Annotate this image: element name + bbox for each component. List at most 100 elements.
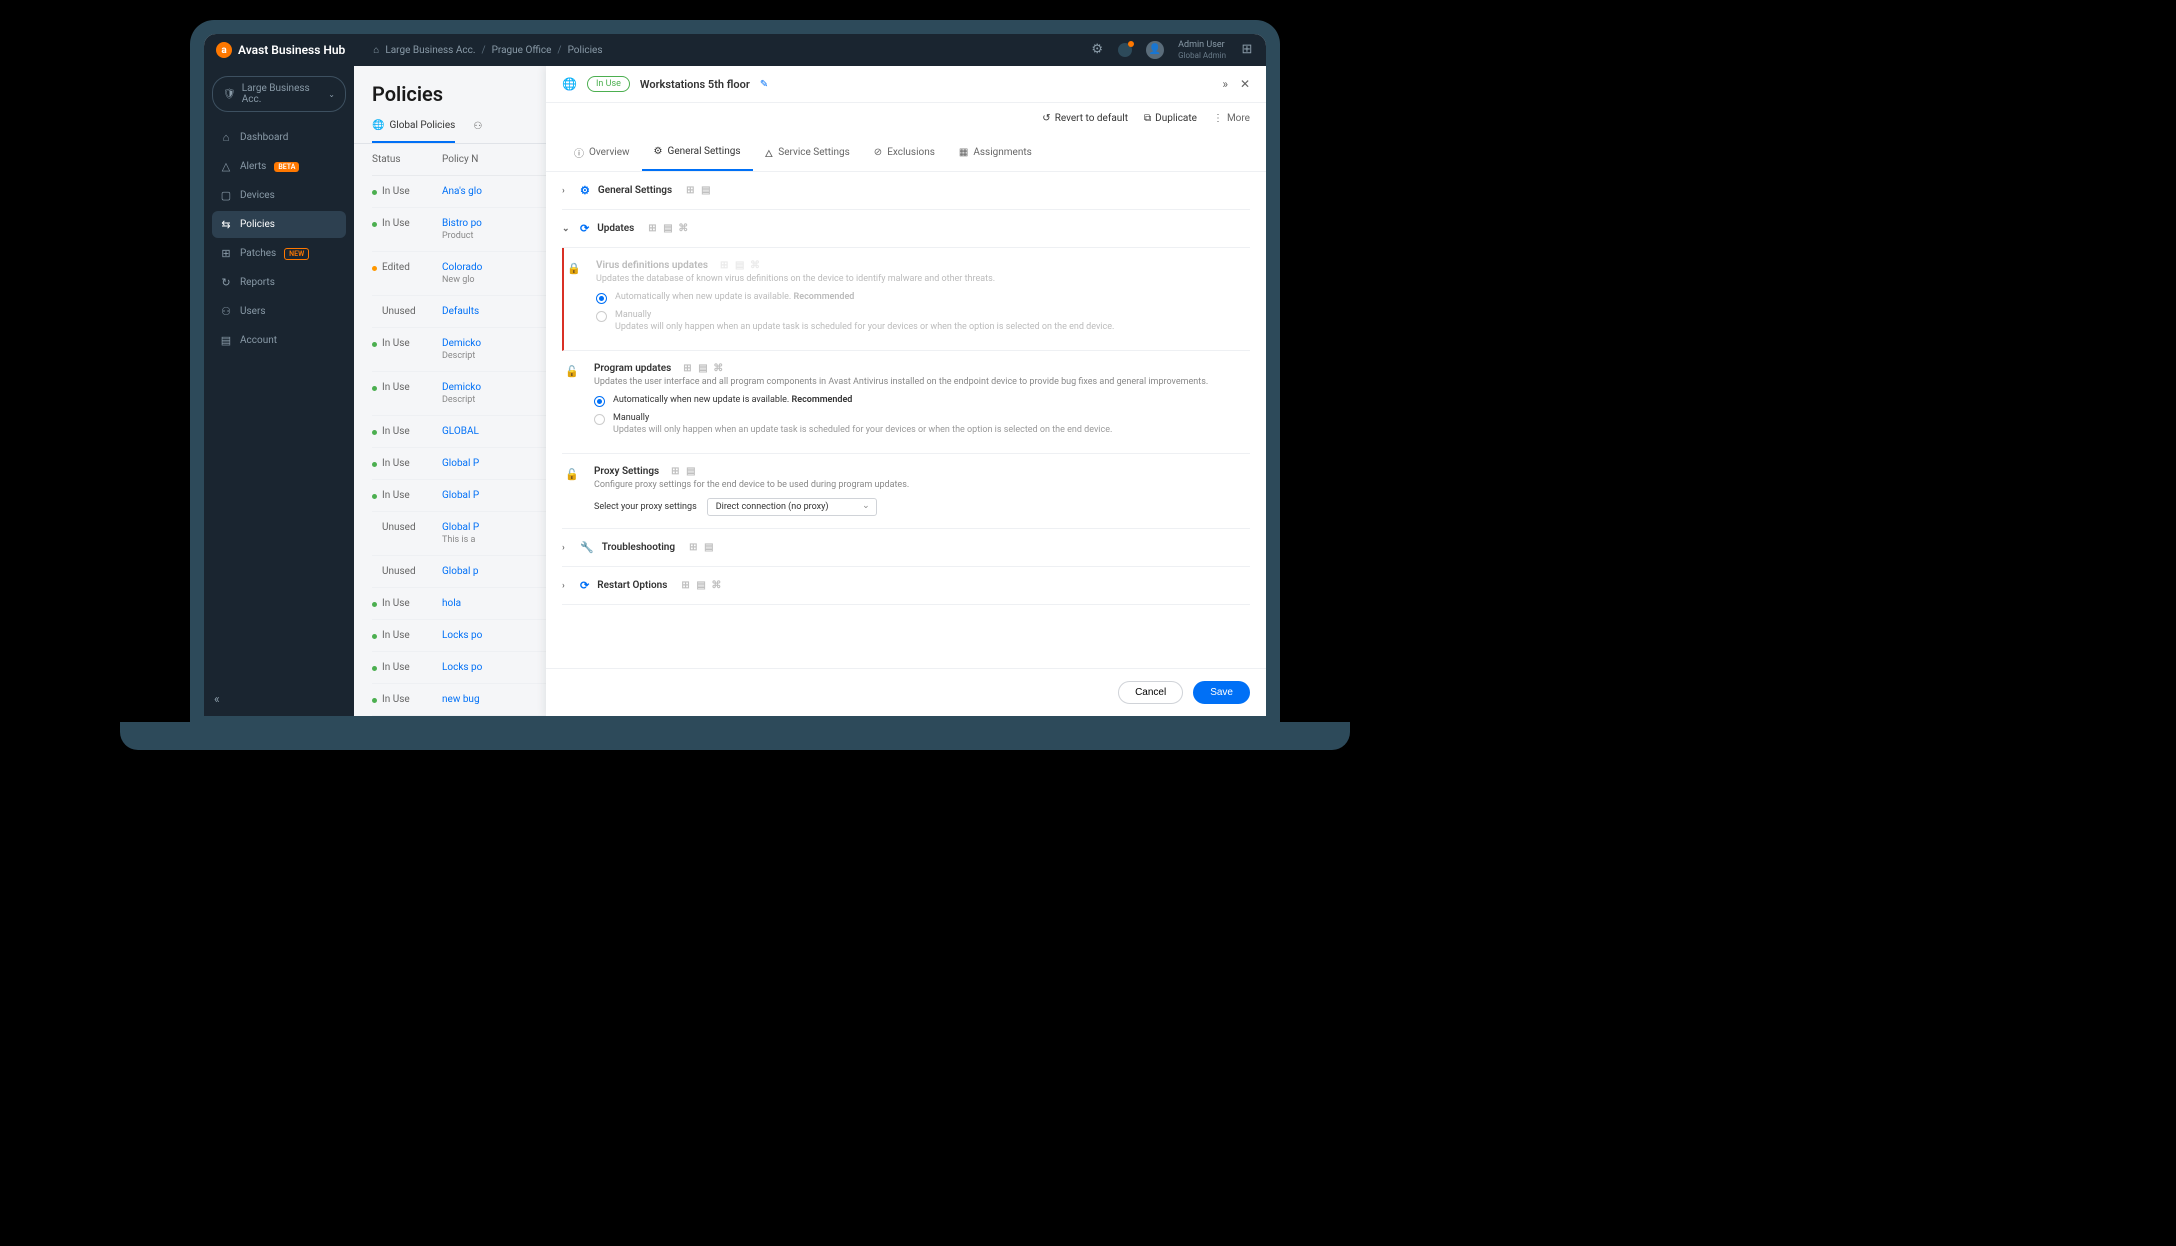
radio-button[interactable] xyxy=(594,396,605,407)
avast-logo-icon: a xyxy=(216,42,232,58)
section-general-settings[interactable]: › ⚙ General Settings ⊞▤ xyxy=(562,184,1250,197)
radio-auto[interactable]: Automatically when new update is availab… xyxy=(594,395,1250,407)
tab-other-policies[interactable]: ⚇ xyxy=(473,120,482,143)
sidebar-item-users[interactable]: ⚇Users xyxy=(212,298,346,325)
block-description: Updates the database of known virus defi… xyxy=(596,274,1250,284)
tab-assignments[interactable]: ▦Assignments xyxy=(947,134,1044,171)
user-avatar-icon[interactable]: 👤 xyxy=(1146,41,1164,59)
block-description: Configure proxy settings for the end dev… xyxy=(594,480,1250,490)
recommended-label: Recommended xyxy=(792,395,853,405)
breadcrumb-account[interactable]: Large Business Acc. xyxy=(385,45,475,56)
sidebar-item-policies[interactable]: ⇆Policies xyxy=(212,211,346,238)
sidebar-item-reports[interactable]: ↻Reports xyxy=(212,269,346,296)
topbar: a Avast Business Hub ⌂ Large Business Ac… xyxy=(204,34,1266,66)
column-status[interactable]: Status xyxy=(372,154,442,165)
globe-icon[interactable]: 🌐 xyxy=(562,77,577,91)
tab-label: Global Policies xyxy=(389,120,455,131)
server-icon: ▤ xyxy=(735,260,746,271)
revert-button[interactable]: ↺Revert to default xyxy=(1042,113,1128,124)
status-dot-icon xyxy=(372,698,377,703)
status-dot-icon xyxy=(372,310,377,315)
cancel-button[interactable]: Cancel xyxy=(1118,681,1183,704)
duplicate-icon: ⧉ xyxy=(1144,113,1151,124)
radio-label: Manually xyxy=(613,413,1112,423)
user-role: Global Admin xyxy=(1178,51,1226,61)
nav-icon: △ xyxy=(220,160,232,173)
virus-definitions-block: 🔒 Virus definitions updates⊞▤⌘ Updates t… xyxy=(562,248,1250,351)
tab-label: General Settings xyxy=(668,146,741,157)
tab-global-policies[interactable]: 🌐 Global Policies xyxy=(372,120,455,143)
settings-icon[interactable]: ⚙ xyxy=(1090,43,1104,57)
radio-label: Manually xyxy=(615,310,1114,320)
account-selector[interactable]: 🛡 Large Business Acc. ⌄ xyxy=(212,76,346,112)
chevron-right-icon: › xyxy=(562,543,572,553)
home-icon[interactable]: ⌂ xyxy=(373,45,379,56)
status-dot-icon xyxy=(372,494,377,499)
section-label: Updates xyxy=(597,223,634,234)
brand-logo: a Avast Business Hub xyxy=(216,42,345,58)
server-icon: ▤ xyxy=(686,466,697,477)
status-cell: In Use xyxy=(372,186,442,197)
tab-label: Exclusions xyxy=(887,147,935,158)
nav-icon: ⊞ xyxy=(220,247,232,260)
badge: BETA xyxy=(274,162,299,172)
breadcrumb: ⌂ Large Business Acc. / Prague Office / … xyxy=(373,45,602,56)
section-label: Restart Options xyxy=(597,580,667,591)
user-info[interactable]: Admin User Global Admin xyxy=(1178,40,1226,60)
radio-manual[interactable]: ManuallyUpdates will only happen when an… xyxy=(594,413,1250,435)
section-label: General Settings xyxy=(598,185,672,196)
mac-icon: ⌘ xyxy=(713,363,724,374)
breadcrumb-office[interactable]: Prague Office xyxy=(492,45,552,56)
section-restart-options[interactable]: › ⟳ Restart Options ⊞▤⌘ xyxy=(562,579,1250,592)
duplicate-button[interactable]: ⧉ Duplicate xyxy=(1144,113,1197,124)
more-label: More xyxy=(1227,113,1250,124)
collapse-sidebar-button[interactable]: « xyxy=(214,692,220,706)
windows-icon: ⊞ xyxy=(686,185,697,196)
status-cell: Unused xyxy=(372,522,442,545)
section-label: Troubleshooting xyxy=(602,542,675,553)
tab-general-settings[interactable]: ⚙General Settings xyxy=(642,134,753,171)
nav-label: Alerts xyxy=(240,161,266,172)
lock-icon[interactable]: 🔒 xyxy=(567,262,581,338)
sidebar-item-account[interactable]: ▤Account xyxy=(212,327,346,354)
sidebar-item-alerts[interactable]: △ Alerts BETA xyxy=(212,153,346,180)
proxy-value: Direct connection (no proxy) xyxy=(716,502,829,512)
radio-description: Updates will only happen when an update … xyxy=(615,322,1114,332)
unlock-icon[interactable]: 🔓 xyxy=(565,365,579,441)
sidebar-item-dashboard[interactable]: ⌂Dashboard xyxy=(212,124,346,151)
tab-service-settings[interactable]: 🜂Service Settings xyxy=(753,134,862,171)
edit-icon[interactable]: ✎ xyxy=(760,79,768,90)
section-troubleshooting[interactable]: › 🔧 Troubleshooting ⊞▤ xyxy=(562,541,1250,554)
section-updates[interactable]: ⌄ ⟳ Updates ⊞▤⌘ xyxy=(562,222,1250,235)
radio-button xyxy=(596,293,607,304)
status-text: Edited xyxy=(382,262,410,273)
more-button[interactable]: ⋮More xyxy=(1213,113,1250,124)
apps-icon[interactable]: ⊞ xyxy=(1240,43,1254,57)
globe-icon: 🌐 xyxy=(372,120,384,131)
nav-label: Devices xyxy=(240,190,275,201)
status-text: In Use xyxy=(382,426,410,437)
status-dot-icon xyxy=(372,430,377,435)
windows-icon: ⊞ xyxy=(689,542,700,553)
unlock-icon[interactable]: 🔓 xyxy=(565,468,579,516)
nav-icon: ⌂ xyxy=(220,131,232,144)
status-cell: Unused xyxy=(372,566,442,577)
save-button[interactable]: Save xyxy=(1193,681,1250,704)
server-icon: ▤ xyxy=(701,185,712,196)
status-dot-icon xyxy=(372,222,377,227)
proxy-select[interactable]: Direct connection (no proxy) xyxy=(707,498,877,516)
notifications-icon[interactable] xyxy=(1118,43,1132,57)
tab-overview[interactable]: ⓘOverview xyxy=(562,134,642,171)
user-name: Admin User xyxy=(1178,40,1226,51)
group-icon: ⚇ xyxy=(473,121,482,132)
sidebar-item-devices[interactable]: ▢Devices xyxy=(212,182,346,209)
status-text: In Use xyxy=(382,662,410,673)
status-cell: In Use xyxy=(372,338,442,361)
sidebar-item-patches[interactable]: ⊞PatchesNEW xyxy=(212,240,346,267)
tab-exclusions[interactable]: ⊘Exclusions xyxy=(862,134,947,171)
expand-icon[interactable]: » xyxy=(1222,77,1228,91)
close-icon[interactable]: ✕ xyxy=(1240,77,1250,91)
duplicate-label: Duplicate xyxy=(1155,113,1197,124)
status-text: In Use xyxy=(382,630,410,641)
radio-button[interactable] xyxy=(594,414,605,425)
